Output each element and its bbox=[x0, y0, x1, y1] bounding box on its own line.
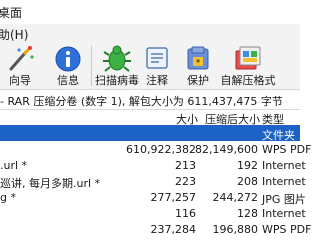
title-bar: 桌面 bbox=[0, 0, 300, 24]
file-row[interactable]: 巡讲, 每月多期.url * 223 208 Internet bbox=[0, 173, 306, 190]
archive-path-text: - RAR 压缩分卷 (数字 1), 解包大小为 611,437,475 字节 bbox=[0, 95, 283, 108]
file-size: 213 bbox=[175, 159, 196, 172]
wizard-label: 向导 bbox=[9, 74, 31, 87]
sfx-button[interactable]: 自解压格式 bbox=[220, 42, 276, 90]
toolbar-separator bbox=[91, 46, 92, 86]
toolbar: 向导 信息 扫描病毒 注释 保护 自解压格式 bbox=[0, 42, 300, 90]
file-size: 116 bbox=[175, 207, 196, 220]
comment-label: 注释 bbox=[146, 74, 168, 87]
virus-scan-label: 扫描病毒 bbox=[95, 74, 139, 87]
file-row[interactable]: .url * 213 192 Internet bbox=[0, 157, 306, 173]
window-title: 桌面 bbox=[0, 6, 23, 20]
wizard-button[interactable]: 向导 bbox=[0, 42, 40, 90]
protect-button[interactable]: 保护 bbox=[178, 42, 218, 90]
file-name: g * bbox=[0, 191, 16, 204]
comment-icon bbox=[146, 47, 168, 69]
file-size: 610,922,382 bbox=[126, 143, 196, 156]
file-row[interactable]: 610,922,382 82,149,600 WPS PDF bbox=[0, 141, 311, 157]
file-packed: 192 bbox=[237, 159, 258, 172]
file-size: 277,257 bbox=[150, 191, 197, 204]
info-icon bbox=[55, 46, 81, 72]
protect-label: 保护 bbox=[187, 74, 209, 87]
file-row[interactable]: 237,284 196,880 WPS PDF bbox=[0, 221, 312, 237]
shield-icon bbox=[187, 46, 209, 70]
file-type: WPS PDF bbox=[262, 143, 312, 156]
comment-button[interactable]: 注释 bbox=[140, 42, 174, 90]
virus-scan-button[interactable]: 扫描病毒 bbox=[94, 42, 140, 90]
file-type: Internet bbox=[262, 207, 306, 220]
column-headers: 大小 压缩后大小 类型 bbox=[0, 110, 300, 126]
file-packed: 208 bbox=[237, 175, 258, 188]
file-packed: 244,272 bbox=[212, 191, 259, 204]
menu-help[interactable]: 助(H) bbox=[0, 26, 28, 43]
file-size: 223 bbox=[175, 175, 196, 188]
file-type: WPS PDF bbox=[262, 223, 312, 236]
file-row[interactable]: g * 277,257 244,272 JPG 图片 bbox=[0, 189, 306, 206]
file-packed: 196,880 bbox=[212, 223, 259, 236]
wand-icon bbox=[9, 46, 34, 71]
file-packed: 128 bbox=[237, 207, 258, 220]
file-packed: 82,149,600 bbox=[195, 143, 258, 156]
info-label: 信息 bbox=[57, 74, 79, 87]
archive-path-bar[interactable]: - RAR 压缩分卷 (数字 1), 解包大小为 611,437,475 字节 bbox=[0, 90, 300, 110]
file-type: Internet bbox=[262, 159, 306, 172]
menu-bar: 助(H) bbox=[0, 24, 300, 42]
file-type: Internet bbox=[262, 175, 306, 188]
file-row[interactable]: 文件夹 bbox=[0, 125, 300, 142]
file-row[interactable]: 116 128 Internet bbox=[0, 205, 306, 221]
sfx-icon bbox=[235, 46, 261, 70]
file-size: 237,284 bbox=[150, 223, 197, 236]
file-name: .url * bbox=[0, 159, 28, 172]
virus-scan-icon bbox=[103, 45, 131, 72]
sfx-label: 自解压格式 bbox=[220, 74, 276, 87]
info-button[interactable]: 信息 bbox=[48, 42, 88, 90]
